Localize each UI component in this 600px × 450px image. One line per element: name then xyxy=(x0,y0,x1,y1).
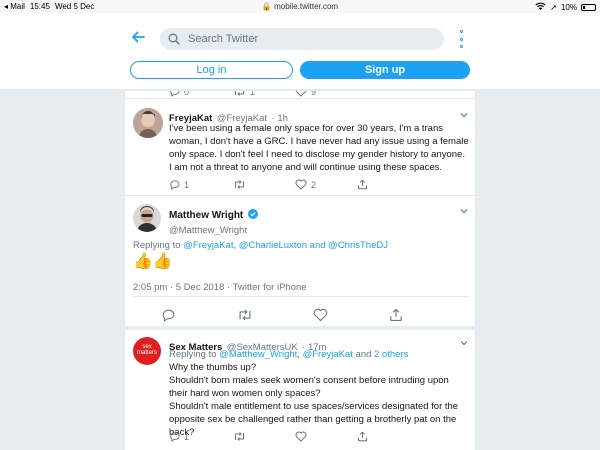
reply-button[interactable]: 1 xyxy=(169,179,233,190)
like-button[interactable]: 2 xyxy=(295,179,357,190)
like-button[interactable] xyxy=(295,431,357,442)
mention-link[interactable]: @ChrisTheDJ xyxy=(328,240,388,251)
mention-link[interactable]: @Matthew_Wright xyxy=(219,349,297,360)
retweet-button[interactable] xyxy=(233,179,295,190)
reply-button[interactable] xyxy=(161,308,237,322)
tweet-timestamp[interactable]: 2:05 pm · 5 Dec 2018 · Twitter for iPhon… xyxy=(133,282,307,293)
reply-icon xyxy=(170,91,180,97)
reply-icon xyxy=(162,309,175,322)
prev-tweet-actions: 0 1 9 xyxy=(169,91,357,97)
chevron-down-icon[interactable] xyxy=(459,110,469,120)
replying-to: Replying to @FreyjaKat, @CharlieLuxton a… xyxy=(133,240,388,251)
tweet-text: 👍👍 xyxy=(133,253,173,270)
login-button[interactable]: Log in xyxy=(130,61,293,79)
avatar[interactable]: sex matters xyxy=(133,337,161,365)
mention-link[interactable]: @CharlieLuxton xyxy=(239,240,307,251)
others-link[interactable]: 2 others xyxy=(374,349,408,360)
author-handle[interactable]: @Matthew_Wright xyxy=(169,225,258,236)
retweet-button[interactable]: 1 xyxy=(233,91,295,97)
verified-icon xyxy=(247,209,258,219)
reply-button[interactable]: 1 xyxy=(169,431,233,442)
tweet-sex-matters[interactable]: sex matters Sex Matters @SexMattersUK · … xyxy=(125,330,475,450)
tweet-matthew-wright[interactable]: Matthew Wright @Matthew_Wright Replying … xyxy=(125,196,475,332)
signup-button[interactable]: Sign up xyxy=(300,61,470,79)
like-button[interactable]: 9 xyxy=(295,91,357,97)
retweet-button[interactable] xyxy=(237,308,313,322)
reply-button[interactable]: 0 xyxy=(169,91,233,97)
wifi-icon xyxy=(535,2,546,12)
author-name[interactable]: Matthew Wright xyxy=(169,210,243,221)
location-icon: ➚ xyxy=(550,2,557,12)
like-count: 2 xyxy=(311,179,317,190)
search-box[interactable] xyxy=(160,28,444,50)
retweet-count: 1 xyxy=(250,91,256,97)
battery-percent: 10% xyxy=(560,2,577,12)
reply-count: 0 xyxy=(184,91,190,97)
more-icon[interactable] xyxy=(456,30,466,48)
like-count: 9 xyxy=(311,91,317,97)
back-arrow-icon[interactable] xyxy=(130,29,150,49)
retweet-button[interactable] xyxy=(233,431,295,442)
retweet-icon xyxy=(235,91,244,96)
retweet-icon xyxy=(235,432,244,441)
author-block[interactable]: Matthew Wright @Matthew_Wright xyxy=(169,205,258,236)
divider xyxy=(133,296,469,297)
tweet-text: I've been using a female only space for … xyxy=(169,123,469,173)
mention-link[interactable]: @FreyjaKat xyxy=(183,240,233,251)
tweet-freyjakat[interactable]: FreyjaKat @FreyjaKat · 1h I've been usin… xyxy=(125,99,475,197)
battery-icon xyxy=(581,3,596,11)
reply-count: 1 xyxy=(184,179,190,190)
retweet-icon xyxy=(239,309,251,321)
mention-link[interactable]: @FreyjaKat xyxy=(303,349,353,360)
share-button[interactable] xyxy=(357,431,368,442)
chevron-down-icon[interactable] xyxy=(459,206,469,216)
share-icon xyxy=(390,308,402,322)
share-button[interactable] xyxy=(389,308,403,322)
search-icon xyxy=(168,33,180,45)
search-input[interactable] xyxy=(188,33,418,45)
retweet-icon xyxy=(235,180,244,189)
chevron-down-icon[interactable] xyxy=(459,338,469,348)
ios-status-bar: ◂ Mail 15:45 Wed 5 Dec 🔒 mobile.twitter.… xyxy=(0,0,600,13)
share-icon xyxy=(358,179,367,190)
tweet-actions: 1 2 xyxy=(169,179,368,190)
avatar[interactable] xyxy=(133,204,161,232)
avatar[interactable] xyxy=(133,108,163,138)
twitter-header: Log in Sign up xyxy=(0,13,600,90)
reply-icon xyxy=(170,180,180,190)
tweet-text: Why the thumbs up? Shouldn't born males … xyxy=(169,362,459,438)
timeline: 0 1 9 FreyjaKat @FreyjaKat · 1h I've bee… xyxy=(124,91,476,450)
reply-icon xyxy=(170,432,180,442)
like-icon xyxy=(313,308,328,322)
reply-count: 1 xyxy=(184,431,190,442)
tweet-actions xyxy=(161,308,403,322)
share-icon xyxy=(358,431,367,442)
share-button[interactable] xyxy=(357,179,368,190)
replying-to: Replying to @Matthew_Wright, @FreyjaKat … xyxy=(169,349,409,360)
lock-icon: 🔒 xyxy=(261,2,272,11)
avatar-text: sex matters xyxy=(136,344,157,356)
url-text[interactable]: mobile.twitter.com xyxy=(274,2,338,11)
like-icon xyxy=(295,91,307,97)
like-button[interactable] xyxy=(313,308,389,322)
like-icon xyxy=(295,431,307,442)
like-icon xyxy=(295,179,307,190)
tweet-actions: 1 xyxy=(169,431,368,442)
